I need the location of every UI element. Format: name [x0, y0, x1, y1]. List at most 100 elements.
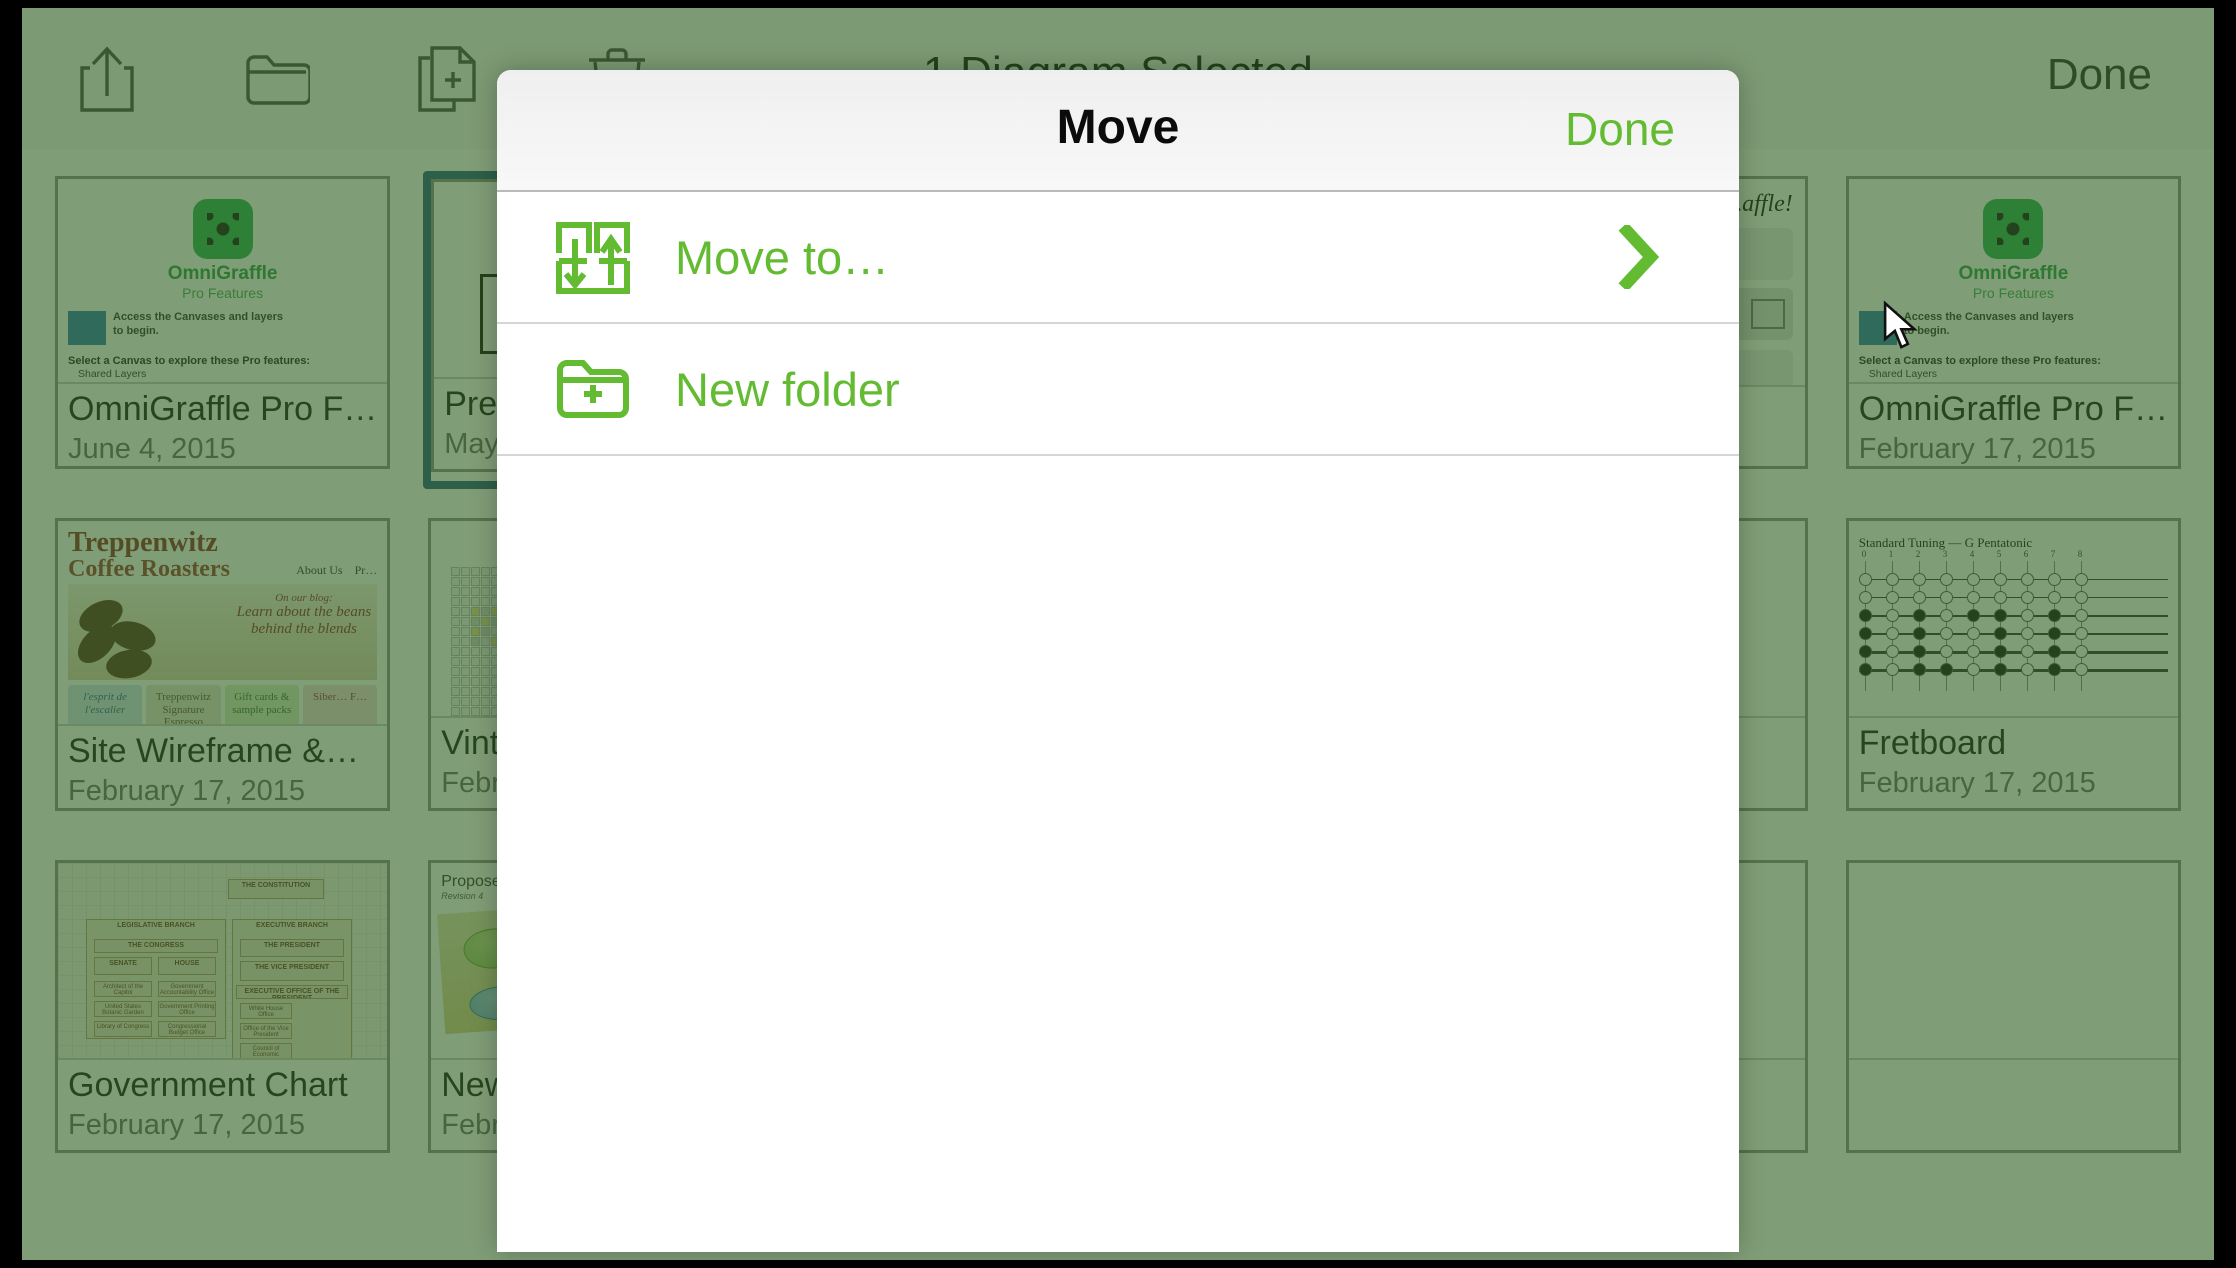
- document-date: June 4, 2015: [68, 433, 236, 465]
- fret-note: [1912, 591, 1926, 604]
- chevron-right-icon[interactable]: [1617, 225, 1661, 289]
- thumb-nav-item: Pr…: [354, 563, 378, 577]
- document-item[interactable]: THE CONSTITUTION LEGISLATIVE BRANCH EXEC…: [50, 855, 395, 1173]
- thumb-feature: Shared Layers: [1868, 368, 1938, 380]
- thumb-blog-2: behind the blends: [251, 621, 357, 637]
- modal-body: [497, 456, 1739, 1252]
- fret-note: [1993, 573, 2007, 586]
- grid-cell: [451, 697, 461, 706]
- grid-cell: [451, 677, 461, 686]
- grid-cell: [481, 597, 491, 606]
- document-item[interactable]: Treppenwitz Coffee Roasters About Us Pr…: [50, 513, 395, 831]
- move-to-row[interactable]: Move to…: [497, 192, 1739, 324]
- fret-note: [1885, 663, 1899, 676]
- document-date: February 17, 2015: [68, 775, 305, 807]
- screen: 1 Diagram Selected Done OmniGraffle Pro …: [0, 0, 2236, 1268]
- grid-cell: [481, 607, 491, 616]
- thumb-gov-exec: White House Office: [240, 1003, 292, 1019]
- fret-note: [2047, 663, 2061, 676]
- grid-cell: [461, 677, 471, 686]
- thumb-brand-sub: Pro Features: [1972, 285, 2054, 301]
- grid-cell: [481, 617, 491, 626]
- fret-number: 1: [1888, 549, 1894, 559]
- thumb-card: Gift cards & sample packs: [224, 685, 299, 724]
- new-folder-icon: [547, 353, 639, 425]
- grid-cell: [471, 667, 481, 676]
- fret-note: [1858, 645, 1872, 658]
- grid-cell: [451, 707, 461, 716]
- fret-note: [2074, 663, 2088, 676]
- document-item[interactable]: Standard Tuning — G Pentatonic 0 1 2 3 4 5 6 7 8…: [1841, 513, 2186, 831]
- document-date: February 17, 2015: [1858, 767, 2096, 799]
- grid-cell: [451, 597, 461, 606]
- thumb-gov-office: United States Botanic Garden: [94, 1001, 152, 1017]
- move-to-icon: [547, 217, 639, 297]
- fret-note: [1912, 573, 1926, 586]
- thumb-card: Treppenwitz Signature Espresso: [146, 685, 221, 724]
- fret-note: [2074, 573, 2088, 586]
- thumb-brand: OmniGraffle: [1958, 263, 2069, 284]
- grid-cell: [471, 577, 481, 586]
- fret-number: 6: [2023, 549, 2029, 559]
- fret-note: [1858, 663, 1872, 676]
- fret-note: [2074, 591, 2088, 604]
- fret-note: [1993, 627, 2007, 640]
- fret-note: [2074, 609, 2088, 622]
- thumb-blog-1: Learn about the beans: [236, 604, 372, 620]
- modal-header: Move Done: [497, 70, 1739, 192]
- omnigraffle-logo-icon: [1983, 199, 2044, 259]
- fret-note: [2074, 645, 2088, 658]
- modal-title: Move: [1056, 101, 1180, 154]
- fret-note: [1912, 663, 1926, 676]
- grid-cell: [471, 657, 481, 666]
- fret-note: [1885, 609, 1899, 622]
- fret-note: [2047, 573, 2061, 586]
- grid-cell: [461, 617, 471, 626]
- fret-note: [1939, 609, 1953, 622]
- fret-note: [1993, 663, 2007, 676]
- grid-cell: [481, 677, 491, 686]
- thumb-fretboard-title: Standard Tuning — G Pentatonic: [1858, 535, 2033, 550]
- document-item[interactable]: OmniGraffle Pro Features Access the Canv…: [50, 171, 395, 489]
- fret-note: [2047, 645, 2061, 658]
- document-title: Government Chart: [68, 1066, 348, 1104]
- thumb-brand-sub: Pro Features: [182, 285, 264, 301]
- grid-cell: [451, 587, 461, 596]
- thumb-callout-2: to begin.: [1903, 324, 1950, 337]
- document-item[interactable]: [1841, 855, 2186, 1173]
- fret-note: [2020, 591, 2034, 604]
- document-title: Site Wireframe &…: [68, 732, 359, 770]
- grid-cell: [481, 707, 491, 716]
- grid-cell: [481, 687, 491, 696]
- grid-cell: [461, 567, 471, 576]
- grid-cell: [461, 707, 471, 716]
- grid-cell: [481, 647, 491, 656]
- new-folder-label: New folder: [675, 362, 900, 416]
- grid-cell: [461, 687, 471, 696]
- toolbar-done-button[interactable]: Done: [2047, 50, 2152, 100]
- thumb-gov-root: THE CONSTITUTION: [228, 879, 324, 899]
- grid-cell: [481, 587, 491, 596]
- fret-note: [1912, 609, 1926, 622]
- fret-number: 0: [1861, 549, 1867, 559]
- modal-done-button[interactable]: Done: [1565, 102, 1675, 156]
- thumb-feature: Shared Layers: [78, 368, 147, 380]
- fret-number: 7: [2050, 549, 2056, 559]
- fret-number: 2: [1915, 549, 1921, 559]
- grid-cell: [481, 567, 491, 576]
- grid-cell: [461, 627, 471, 636]
- grid-cell: [461, 597, 471, 606]
- fret-note: [1939, 663, 1953, 676]
- fret-note: [1939, 645, 1953, 658]
- grid-cell: [451, 617, 461, 626]
- fret-note: [2047, 591, 2061, 604]
- grid-cell: [481, 627, 491, 636]
- grid-cell: [471, 677, 481, 686]
- thumb-gov-exec: Office of the Vice President: [240, 1023, 292, 1039]
- grid-cell: [451, 637, 461, 646]
- thumb-gov-exec: EXECUTIVE OFFICE OF THE PRESIDENT: [236, 985, 348, 999]
- thumb-blog-kicker: On our blog:: [275, 592, 333, 604]
- new-folder-row[interactable]: New folder: [497, 324, 1739, 456]
- grid-cell: [461, 637, 471, 646]
- grid-cell: [461, 667, 471, 676]
